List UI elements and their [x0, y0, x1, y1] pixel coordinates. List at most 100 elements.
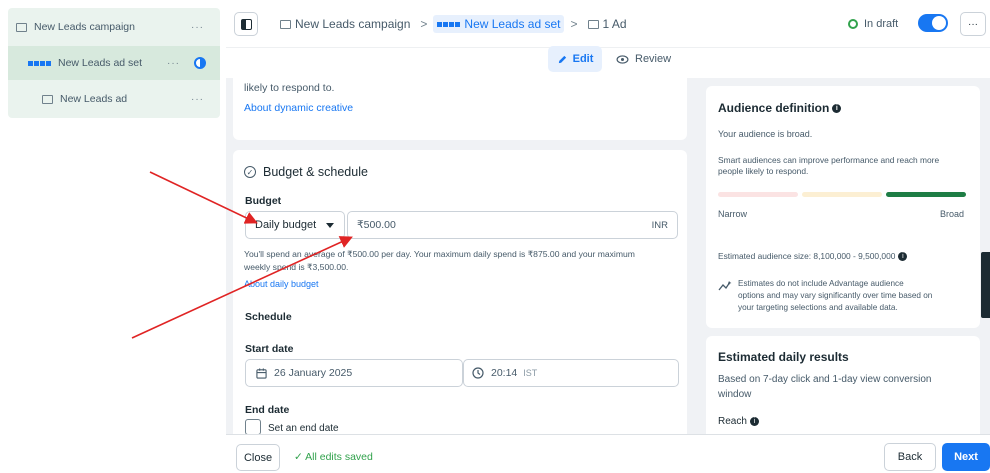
- start-time-value: 20:14: [491, 367, 518, 379]
- creative-text: likely to respond to.: [244, 82, 335, 94]
- budget-type-select[interactable]: Daily budget: [245, 211, 345, 239]
- breadcrumb-campaign-label: New Leads campaign: [295, 17, 411, 31]
- ad-icon: [42, 94, 53, 104]
- saved-status-label: All edits saved: [305, 451, 373, 463]
- timezone-label: IST: [523, 368, 538, 378]
- audience-title: Audience definition i: [718, 101, 842, 115]
- audience-size: Estimated audience size: 8,100,000 - 9,5…: [718, 251, 908, 261]
- sidebar-panel-icon: [240, 18, 252, 30]
- top-bar: New Leads campaign > New Leads ad set > …: [226, 0, 990, 48]
- budget-label: Budget: [245, 195, 282, 207]
- budget-hint-line2: weekly spend is ₹3,500.00.: [244, 262, 349, 272]
- audience-disclaimer-line1: Estimates do not include Advantage audie…: [738, 279, 904, 288]
- audience-note-line1: Smart audiences can improve performance …: [718, 155, 940, 165]
- tab-review-label: Review: [635, 53, 672, 65]
- budget-section-title-label: Budget & schedule: [263, 165, 368, 179]
- budget-schedule-card: [233, 150, 687, 440]
- tree-item-ad[interactable]: New Leads ad ···: [8, 82, 220, 116]
- more-icon[interactable]: ···: [191, 94, 204, 105]
- budget-amount-input[interactable]: ₹500.00 INR: [347, 211, 678, 239]
- about-daily-budget-link[interactable]: About daily budget: [244, 279, 319, 289]
- audience-note-line2: people likely to respond.: [718, 166, 809, 176]
- feedback-label: Feedback: [966, 269, 973, 297]
- budget-type-value: Daily budget: [255, 219, 317, 231]
- tree-item-ad-label: New Leads ad: [60, 93, 128, 105]
- more-icon[interactable]: ···: [167, 58, 180, 69]
- breadcrumb-ad-label: 1 Ad: [602, 17, 627, 31]
- breadcrumb-separator: >: [420, 17, 428, 31]
- adset-icon: [28, 60, 51, 66]
- breadcrumb-separator: >: [570, 17, 578, 31]
- audience-title-label: Audience definition: [718, 101, 830, 115]
- draft-status-icon: [848, 19, 858, 29]
- saved-status: ✓ All edits saved: [294, 451, 373, 463]
- start-time-input[interactable]: 20:14 IST: [463, 359, 679, 387]
- breadcrumb: New Leads campaign > New Leads ad set > …: [276, 15, 631, 33]
- check-circle-icon: ✓: [244, 166, 256, 178]
- campaign-icon: [280, 19, 291, 29]
- estimated-desc-line2: window: [718, 389, 752, 400]
- info-icon[interactable]: i: [749, 417, 759, 426]
- tree-item-campaign[interactable]: New Leads campaign ···: [8, 10, 220, 44]
- start-date-input[interactable]: 26 January 2025: [245, 359, 463, 387]
- draft-status: In draft: [848, 18, 898, 30]
- audience-disclaimer-line2: options and may vary significantly over …: [738, 291, 933, 300]
- toggle-panel-button[interactable]: [234, 12, 258, 36]
- tree-item-adset[interactable]: New Leads ad set ···: [8, 46, 220, 80]
- audience-disclaimer-line3: your targeting selections and available …: [738, 303, 898, 312]
- budget-section-title: ✓ Budget & schedule: [244, 165, 368, 179]
- pencil-icon: [558, 55, 566, 63]
- audience-breadth-meter: [718, 192, 966, 197]
- reach-row: Reach i: [718, 416, 759, 427]
- estimated-desc-line1: Based on 7-day click and 1-day view conv…: [718, 374, 932, 385]
- meter-segment-narrow: [718, 192, 798, 197]
- tree-item-adset-label: New Leads ad set: [58, 57, 143, 69]
- more-icon[interactable]: ···: [191, 22, 204, 33]
- campaign-tree: New Leads campaign ··· New Leads ad set …: [8, 8, 220, 118]
- tab-review[interactable]: Review: [616, 46, 671, 72]
- campaign-icon: [16, 22, 27, 32]
- meter-segment-middle: [802, 192, 882, 197]
- close-button[interactable]: Close: [236, 444, 280, 471]
- publish-toggle[interactable]: [918, 14, 948, 32]
- audience-status: Your audience is broad.: [718, 129, 813, 139]
- info-icon[interactable]: i: [898, 251, 908, 261]
- more-options-button[interactable]: ···: [960, 12, 986, 36]
- about-dynamic-creative-link[interactable]: About dynamic creative: [244, 102, 353, 114]
- trend-sparkle-icon: [718, 281, 732, 291]
- feedback-tab[interactable]: Feedback: [966, 252, 990, 318]
- reach-label: Reach: [718, 416, 747, 427]
- ad-icon: [587, 19, 599, 29]
- start-date-label: Start date: [245, 343, 294, 355]
- end-date-label: End date: [245, 404, 290, 416]
- currency-label: INR: [651, 219, 668, 231]
- back-button[interactable]: Back: [884, 443, 936, 471]
- start-date-value: 26 January 2025: [274, 367, 353, 379]
- draft-status-label: In draft: [864, 18, 899, 30]
- end-date-checkbox[interactable]: [245, 419, 261, 435]
- tab-edit[interactable]: Edit: [548, 46, 602, 72]
- budget-hint-line1: You'll spend an average of ₹500.00 per d…: [244, 249, 635, 259]
- clock-icon: [472, 367, 484, 379]
- meter-segment-broad: [886, 192, 966, 197]
- end-date-checkbox-label: Set an end date: [268, 423, 339, 434]
- next-button[interactable]: Next: [942, 443, 990, 471]
- meter-narrow-label: Narrow: [718, 209, 748, 219]
- tree-item-campaign-label: New Leads campaign: [34, 21, 135, 33]
- calendar-icon: [256, 367, 267, 379]
- schedule-label: Schedule: [245, 311, 292, 323]
- partial-status-icon: [194, 57, 206, 69]
- breadcrumb-adset[interactable]: New Leads ad set: [433, 15, 565, 33]
- meter-broad-label: Broad: [940, 209, 965, 219]
- checkmark-icon: ✓: [294, 451, 303, 463]
- breadcrumb-campaign[interactable]: New Leads campaign: [276, 15, 414, 33]
- adset-icon: [437, 21, 461, 27]
- eye-icon: [616, 54, 629, 64]
- info-icon[interactable]: i: [832, 103, 842, 113]
- audience-size-label: Estimated audience size: 8,100,000 - 9,5…: [718, 251, 896, 261]
- breadcrumb-adset-label: New Leads ad set: [464, 17, 561, 31]
- budget-amount-value: ₹500.00: [357, 219, 396, 231]
- estimated-title: Estimated daily results: [718, 350, 849, 364]
- breadcrumb-ad[interactable]: 1 Ad: [584, 15, 631, 33]
- tab-edit-label: Edit: [572, 53, 594, 65]
